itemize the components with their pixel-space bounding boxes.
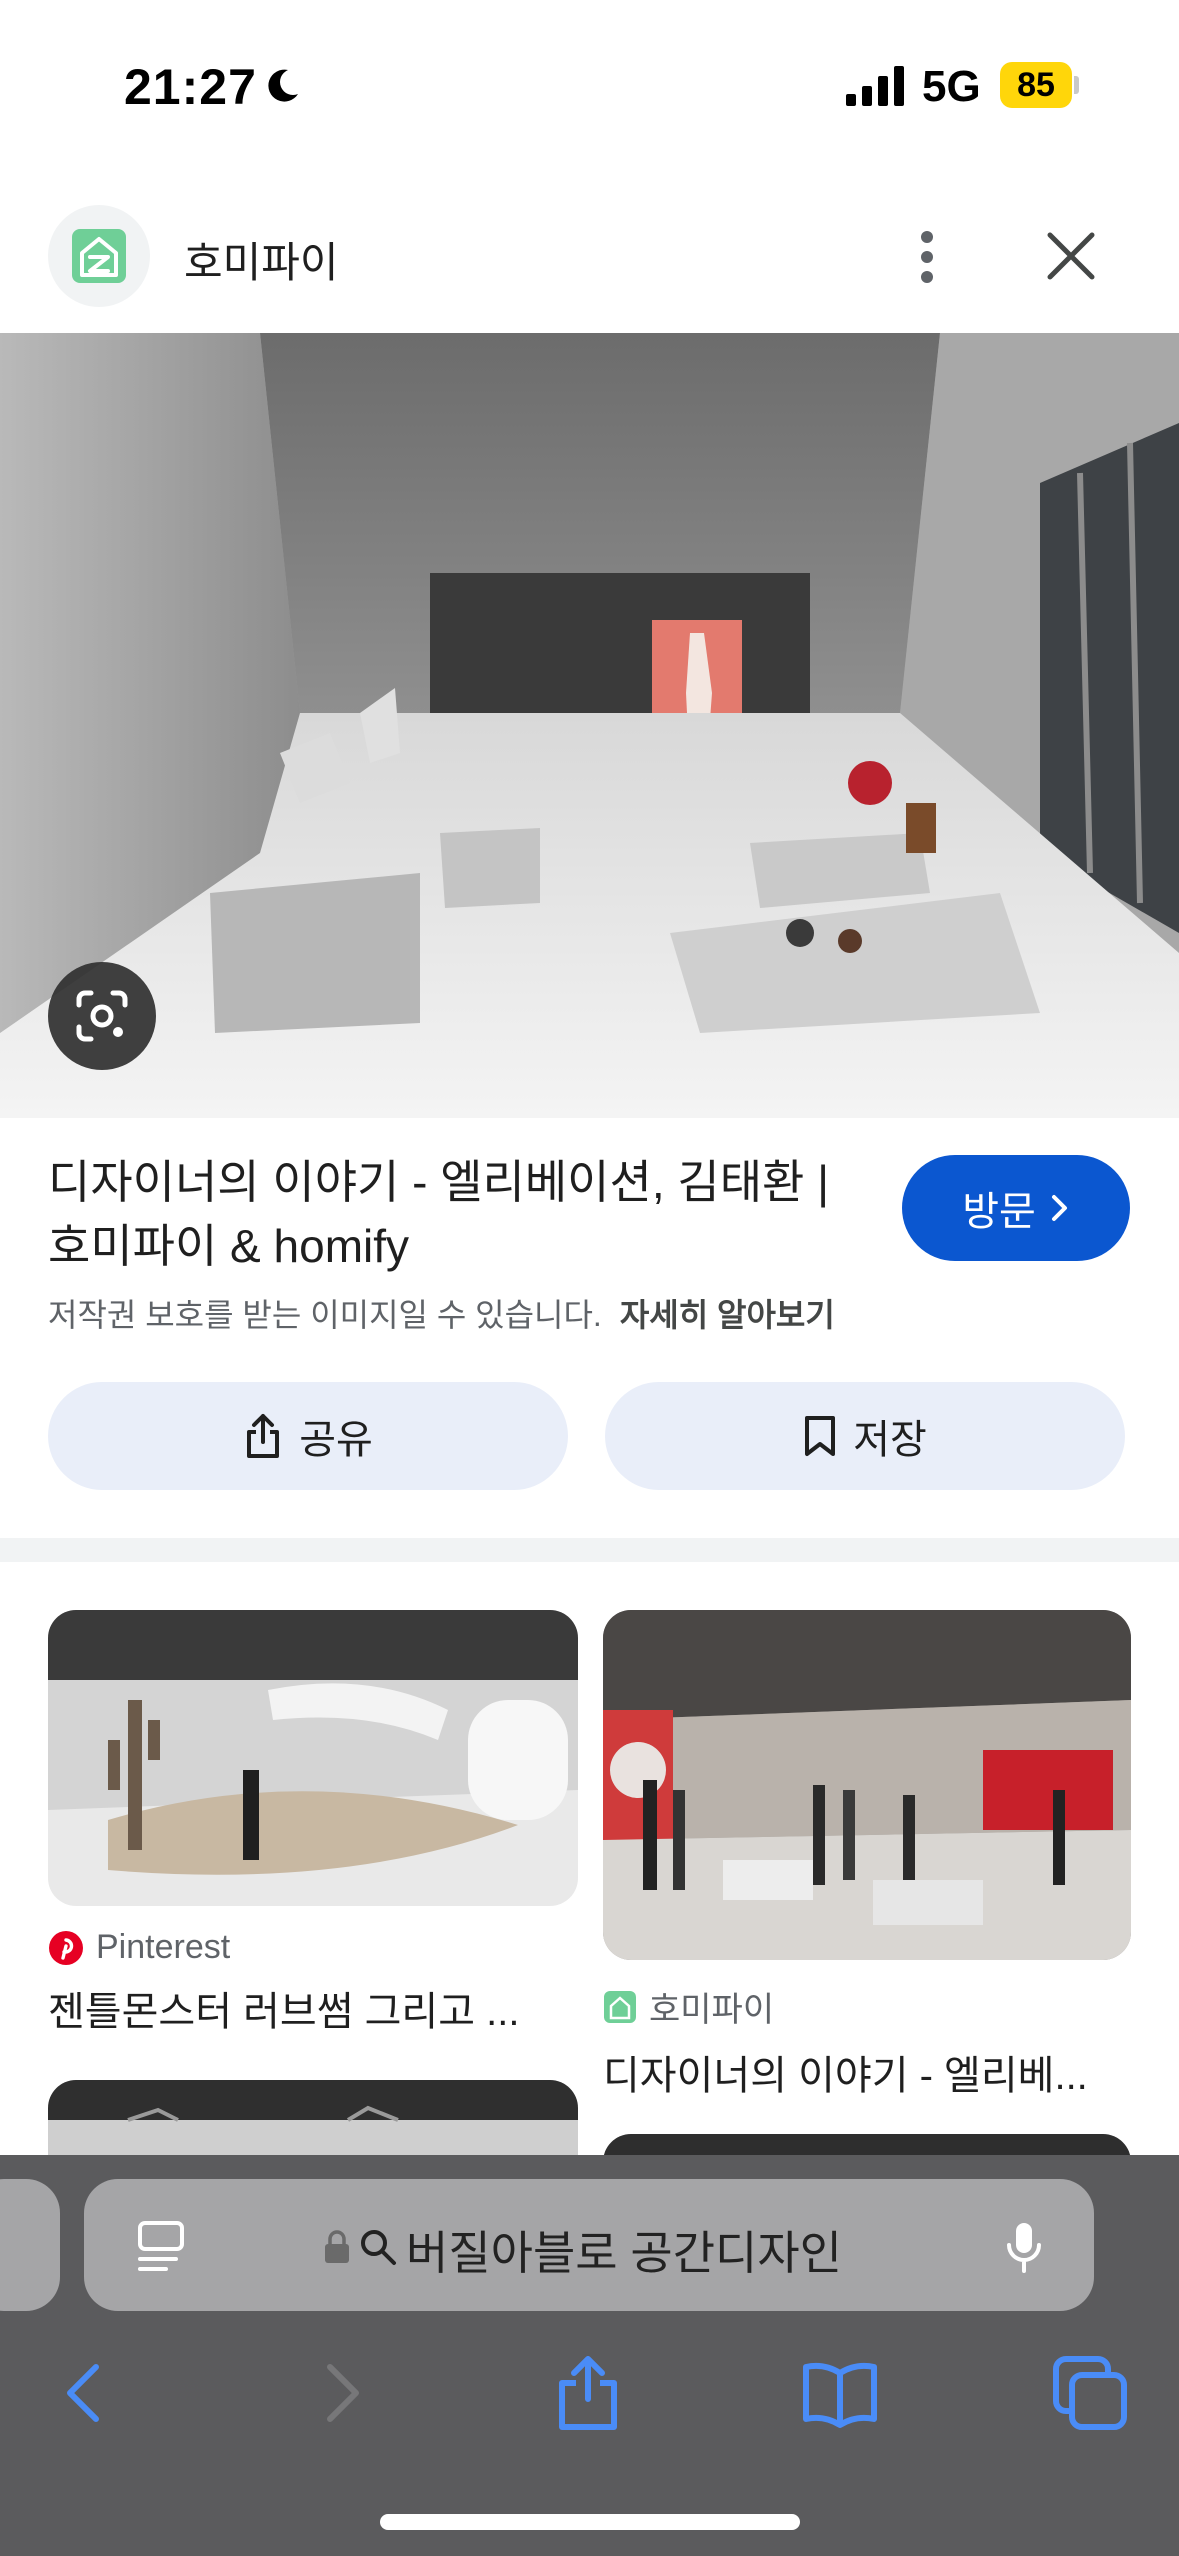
result-card[interactable] [48,2080,578,2160]
signal-icon [846,66,904,106]
microphone-icon[interactable] [1004,2219,1044,2275]
result-thumbnail[interactable] [48,2080,578,2160]
image-title: 디자이너의 이야기 - 엘리베이션, 김태환 | 호미파이 & homify [48,1156,830,1272]
share-button[interactable]: 공유 [48,1382,568,1490]
save-label: 저장 [853,1418,927,1462]
result-thumbnail[interactable] [48,1610,578,1906]
result-card[interactable]: Pinterest 젠틀몬스터 러브썸 그리고 ... [48,1610,578,2037]
more-options-icon[interactable] [900,225,954,289]
chevron-right-icon [1051,1195,1067,1221]
page-menu-icon[interactable] [136,2219,186,2273]
close-icon[interactable] [1040,225,1102,287]
exhibition-photo [0,333,1179,1118]
site-logo-icon[interactable] [48,205,150,307]
previous-tab-peek[interactable] [0,2179,60,2311]
google-lens-icon[interactable] [48,962,156,1070]
address-bar[interactable]: 버질아블로 공간디자인 [84,2179,1094,2311]
section-divider [0,1538,1179,1562]
share-label: 공유 [299,1418,373,1462]
battery-tip [1074,76,1079,94]
copyright-notice: 저작권 보호를 받는 이미지일 수 있습니다. 자세히 알아보기 [48,1290,835,1336]
viewer-header: 호미파이 [0,195,1179,335]
address-search-text[interactable]: 버질아블로 공간디자인 [406,2217,842,2283]
safari-bottom-bar: 버질아블로 공간디자인 [0,2155,1179,2556]
copyright-text: 저작권 보호를 받는 이미지일 수 있습니다. [48,1297,602,1333]
bookmarks-icon[interactable] [800,2353,880,2433]
result-source: Pinterest [48,1928,578,1967]
save-button[interactable]: 저장 [605,1382,1125,1490]
result-source-name: Pinterest [96,1928,231,1966]
pinterest-icon [49,1930,83,1965]
homify-icon [604,1990,636,2023]
result-source-name: 호미파이 [649,1991,775,2029]
result-source: 호미파이 [603,1982,1131,2031]
home-indicator [380,2514,800,2530]
search-icon [361,2230,396,2265]
learn-more-link[interactable]: 자세히 알아보기 [620,1297,835,1333]
lock-icon [325,2230,349,2263]
result-title: 젠틀몬스터 러브썸 그리고 ... [48,1990,520,2034]
tabs-icon[interactable] [1050,2353,1130,2433]
main-image[interactable] [0,333,1179,1118]
bookmark-icon [805,1416,836,1456]
visit-label: 방문 [962,1190,1036,1234]
network-type: 5G [922,62,981,111]
status-bar: 21:27 5G 85 [0,0,1179,175]
back-icon[interactable] [46,2353,126,2433]
result-thumbnail[interactable] [603,1610,1131,1960]
visit-button[interactable]: 방문 [902,1155,1130,1261]
moon-icon [268,69,298,102]
site-name[interactable]: 호미파이 [184,229,339,290]
result-card[interactable]: 호미파이 디자이너의 이야기 - 엘리베... [603,1610,1131,2101]
battery-level: 85 [1000,62,1072,108]
forward-icon[interactable] [300,2353,380,2433]
result-title: 디자이너의 이야기 - 엘리베... [603,2054,1088,2098]
status-time: 21:27 [124,59,257,115]
share-icon [247,1414,280,1458]
share-icon[interactable] [548,2353,628,2433]
